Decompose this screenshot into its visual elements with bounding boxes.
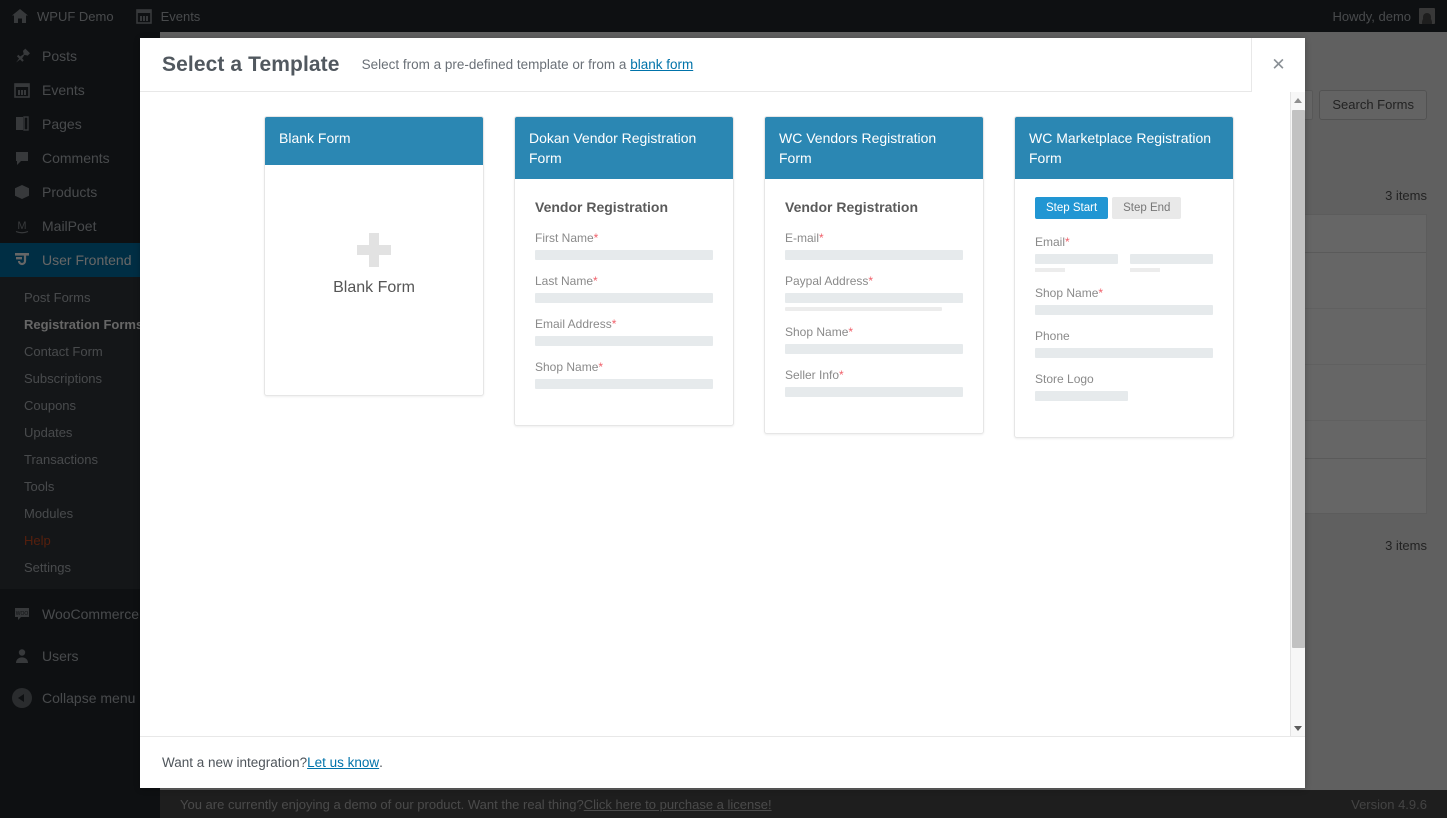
preview-field: Shop Name* bbox=[535, 360, 713, 389]
template-grid: Blank Form Blank Form Dokan Vendor Regis… bbox=[140, 92, 1290, 736]
modal-body: Blank Form Blank Form Dokan Vendor Regis… bbox=[140, 92, 1305, 736]
preview-field-label: Email* bbox=[1035, 235, 1213, 249]
scrollbar-thumb[interactable] bbox=[1292, 110, 1305, 648]
template-card-preview: Vendor Registration First Name* Last Nam… bbox=[515, 179, 733, 425]
close-icon[interactable]: ✕ bbox=[1251, 38, 1305, 92]
preview-field-input bbox=[1035, 348, 1213, 358]
plus-icon bbox=[357, 233, 391, 267]
preview-field: Shop Name* bbox=[785, 325, 963, 354]
required-marker: * bbox=[612, 317, 617, 331]
required-marker: * bbox=[593, 274, 598, 288]
template-card-preview: Vendor Registration E-mail* Paypal Addre… bbox=[765, 179, 983, 433]
preview-field: Email Address* bbox=[535, 317, 713, 346]
preview-step-start: Step Start bbox=[1035, 197, 1108, 219]
preview-field-input bbox=[535, 336, 713, 346]
template-card-title: WC Vendors Registration Form bbox=[765, 117, 983, 179]
preview-field-input bbox=[785, 387, 963, 397]
preview-form-title: Vendor Registration bbox=[535, 199, 713, 215]
preview-field-input bbox=[785, 293, 963, 303]
blank-form-link[interactable]: blank form bbox=[630, 57, 693, 72]
required-marker: * bbox=[848, 325, 853, 339]
preview-field-input bbox=[535, 379, 713, 389]
required-marker: * bbox=[598, 360, 603, 374]
preview-field: First Name* bbox=[535, 231, 713, 260]
modal-header: Select a Template Select from a pre-defi… bbox=[140, 38, 1305, 92]
select-template-modal: Select a Template Select from a pre-defi… bbox=[140, 38, 1305, 788]
preview-field-label: Email Address* bbox=[535, 317, 713, 331]
required-marker: * bbox=[1098, 286, 1103, 300]
integration-request-text: Want a new integration? bbox=[162, 755, 307, 770]
template-card-wc-marketplace-registration-form[interactable]: WC Marketplace Registration Form Step St… bbox=[1014, 116, 1234, 438]
modal-subtitle: Select from a pre-defined template or fr… bbox=[362, 57, 694, 72]
preview-field-label: Store Logo bbox=[1035, 372, 1213, 386]
scroll-up-icon[interactable] bbox=[1291, 92, 1305, 108]
template-card-title: WC Marketplace Registration Form bbox=[1015, 117, 1233, 179]
preview-step-end: Step End bbox=[1112, 197, 1181, 219]
preview-field: Email* bbox=[1035, 235, 1213, 272]
preview-field-input bbox=[1035, 305, 1213, 315]
preview-field: Shop Name* bbox=[1035, 286, 1213, 315]
modal-footer: Want a new integration? Let us know. bbox=[140, 736, 1305, 788]
preview-field-label: Shop Name* bbox=[1035, 286, 1213, 300]
preview-field-label: First Name* bbox=[535, 231, 713, 245]
integration-request-suffix: . bbox=[379, 755, 383, 770]
preview-field-label: Seller Info* bbox=[785, 368, 963, 382]
template-card-dokan-vendor-registration-form[interactable]: Dokan Vendor Registration Form Vendor Re… bbox=[514, 116, 734, 426]
template-card-title: Dokan Vendor Registration Form bbox=[515, 117, 733, 179]
preview-field: Store Logo bbox=[1035, 372, 1213, 401]
preview-field-input bbox=[785, 250, 963, 260]
modal-title: Select a Template bbox=[162, 53, 340, 77]
preview-field-input bbox=[535, 250, 713, 260]
preview-field: Last Name* bbox=[535, 274, 713, 303]
preview-field-help bbox=[1035, 268, 1065, 272]
preview-field-input bbox=[535, 293, 713, 303]
preview-field: E-mail* bbox=[785, 231, 963, 260]
template-card-wc-vendors-registration-form[interactable]: WC Vendors Registration Form Vendor Regi… bbox=[764, 116, 984, 434]
preview-field: Phone bbox=[1035, 329, 1213, 358]
template-card-blank-form[interactable]: Blank Form Blank Form bbox=[264, 116, 484, 396]
required-marker: * bbox=[868, 274, 873, 288]
template-card-preview: Blank Form bbox=[265, 165, 483, 395]
preview-field: Paypal Address* bbox=[785, 274, 963, 311]
preview-field-input bbox=[785, 344, 963, 354]
preview-field-input bbox=[1035, 391, 1128, 401]
scroll-down-icon[interactable] bbox=[1291, 720, 1305, 736]
modal-subtitle-text: Select from a pre-defined template or fr… bbox=[362, 57, 631, 72]
preview-field-help bbox=[1130, 268, 1160, 272]
preview-field: Seller Info* bbox=[785, 368, 963, 397]
preview-field-label: Paypal Address* bbox=[785, 274, 963, 288]
preview-field-label: Shop Name* bbox=[785, 325, 963, 339]
preview-form-title: Vendor Registration bbox=[785, 199, 963, 215]
required-marker: * bbox=[1065, 235, 1070, 249]
preview-field-label: Last Name* bbox=[535, 274, 713, 288]
preview-field-label: E-mail* bbox=[785, 231, 963, 245]
preview-field-label: Phone bbox=[1035, 329, 1213, 343]
required-marker: * bbox=[594, 231, 599, 245]
template-card-title: Blank Form bbox=[265, 117, 483, 165]
preview-field-label: Shop Name* bbox=[535, 360, 713, 374]
preview-field-input-split bbox=[1035, 254, 1213, 272]
preview-field-help bbox=[785, 307, 942, 311]
blank-form-label: Blank Form bbox=[333, 279, 415, 297]
required-marker: * bbox=[839, 368, 844, 382]
required-marker: * bbox=[819, 231, 824, 245]
preview-field-input bbox=[1035, 254, 1118, 264]
preview-field-input bbox=[1130, 254, 1213, 264]
let-us-know-link[interactable]: Let us know bbox=[307, 755, 379, 770]
template-card-preview: Step Start Step End Email* Shop Name* bbox=[1015, 179, 1233, 437]
preview-steps: Step Start Step End bbox=[1035, 197, 1213, 219]
modal-scrollbar[interactable] bbox=[1290, 92, 1305, 736]
